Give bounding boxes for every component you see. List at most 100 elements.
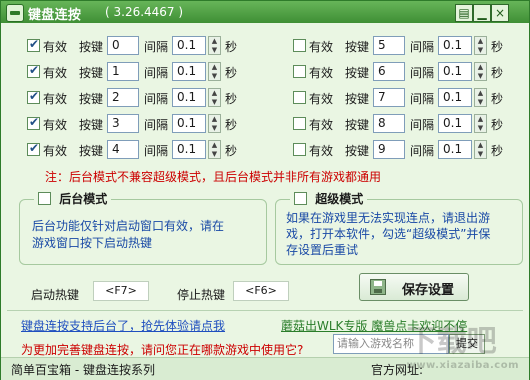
left-valid-checkbox[interactable]	[27, 115, 40, 130]
right-interval-spinner[interactable]: ▲ ▼	[474, 88, 487, 107]
right-interval-input[interactable]: 0.1	[438, 88, 472, 107]
left-valid-checkbox[interactable]	[27, 63, 40, 78]
valid-label: 有效	[43, 92, 68, 106]
status-product: 简单百宝箱 - 键盘连按系列	[11, 363, 155, 377]
spin-down-icon[interactable]: ▼	[475, 46, 486, 54]
right-interval-input[interactable]: 0.1	[438, 36, 472, 55]
spin-down-icon[interactable]: ▼	[475, 124, 486, 132]
right-valid-checkbox[interactable]	[293, 65, 306, 78]
right-valid-checkbox[interactable]	[293, 143, 306, 156]
section-divider	[7, 310, 523, 311]
right-interval-input[interactable]: 0.1	[438, 140, 472, 159]
spin-down-icon[interactable]: ▼	[209, 72, 220, 80]
right-key-input[interactable]: 5	[373, 36, 405, 55]
left-interval-input[interactable]: 0.1	[172, 114, 206, 133]
right-interval-input[interactable]: 0.1	[438, 62, 472, 81]
right-valid-checkbox[interactable]	[293, 39, 306, 52]
title-bar[interactable]: 键盘连按 ( 3.26.4467 ) ▤ ▁ ×	[1, 1, 529, 23]
super-mode-checkbox[interactable]	[294, 192, 307, 205]
left-key-input[interactable]: 3	[107, 114, 139, 133]
keyboard-app-icon	[6, 4, 24, 22]
spin-down-icon[interactable]: ▼	[475, 98, 486, 106]
spin-down-icon[interactable]: ▼	[475, 72, 486, 80]
right-key-input[interactable]: 7	[373, 88, 405, 107]
valid-label: 有效	[43, 40, 68, 54]
start-hotkey-label: 启动热键	[31, 288, 80, 302]
super-mode-desc-3: 存设置后重试	[286, 243, 359, 257]
minimize-button[interactable]: ▁	[473, 4, 491, 22]
spin-up-icon[interactable]: ▲	[475, 141, 486, 149]
left-key-input[interactable]: 2	[107, 88, 139, 107]
left-valid-checkbox[interactable]	[27, 89, 40, 104]
watermark: 下载吧 www.xiazaiba.com	[407, 316, 519, 371]
key-label: 按键	[79, 118, 104, 132]
key-label: 按键	[79, 144, 104, 158]
sec-label: 秒	[225, 66, 238, 80]
left-key-input[interactable]: 0	[107, 36, 139, 55]
mode-note: 注：后台模式不兼容超级模式，且后台模式并非所有游戏都通用	[45, 170, 382, 184]
spin-up-icon[interactable]: ▲	[475, 37, 486, 45]
right-key-input[interactable]: 9	[373, 140, 405, 159]
save-settings-label: 保存设置	[402, 283, 455, 298]
left-key-input[interactable]: 4	[107, 140, 139, 159]
close-button[interactable]: ×	[491, 4, 509, 22]
spin-up-icon[interactable]: ▲	[209, 89, 220, 97]
super-mode-desc-2: 戏，打开本软件，勾选“超级模式”并保	[286, 227, 491, 241]
spin-down-icon[interactable]: ▼	[209, 124, 220, 132]
stop-hotkey-input[interactable]: <F6>	[233, 281, 289, 301]
spin-up-icon[interactable]: ▲	[475, 115, 486, 123]
start-hotkey-input[interactable]: <F7>	[93, 281, 149, 301]
left-valid-checkbox[interactable]	[27, 141, 40, 156]
background-trial-link[interactable]: 键盘连按支持后台了，抢先体验请点我	[21, 317, 225, 334]
spin-up-icon[interactable]: ▲	[209, 63, 220, 71]
super-mode-title: 超级模式	[315, 192, 364, 206]
right-interval-spinner[interactable]: ▲ ▼	[474, 140, 487, 159]
left-interval-input[interactable]: 0.1	[172, 140, 206, 159]
key-label: 按键	[345, 118, 370, 132]
spin-up-icon[interactable]: ▲	[209, 37, 220, 45]
watermark-sub: www.xiazaiba.com	[406, 360, 519, 371]
left-interval-input[interactable]: 0.1	[172, 88, 206, 107]
spin-up-icon[interactable]: ▲	[475, 63, 486, 71]
spin-down-icon[interactable]: ▼	[209, 150, 220, 158]
spin-down-icon[interactable]: ▼	[209, 46, 220, 54]
left-valid-checkbox[interactable]	[27, 37, 40, 52]
background-mode-checkbox[interactable]	[38, 192, 51, 205]
left-interval-spinner[interactable]: ▲ ▼	[208, 88, 221, 107]
sec-label: 秒	[225, 144, 238, 158]
sec-label: 秒	[491, 92, 504, 106]
spin-up-icon[interactable]: ▲	[475, 89, 486, 97]
spin-down-icon[interactable]: ▼	[475, 150, 486, 158]
right-key-input[interactable]: 8	[373, 114, 405, 133]
spin-down-icon[interactable]: ▼	[209, 98, 220, 106]
left-interval-spinner[interactable]: ▲ ▼	[208, 36, 221, 55]
left-interval-spinner[interactable]: ▲ ▼	[208, 114, 221, 133]
right-valid-checkbox[interactable]	[293, 91, 306, 104]
left-interval-input[interactable]: 0.1	[172, 62, 206, 81]
valid-label: 有效	[309, 144, 334, 158]
right-interval-input[interactable]: 0.1	[438, 114, 472, 133]
save-settings-button[interactable]: 保存设置	[359, 273, 469, 301]
super-mode-header: 超级模式	[290, 190, 368, 207]
key-label: 按键	[79, 92, 104, 106]
left-interval-spinner[interactable]: ▲ ▼	[208, 62, 221, 81]
right-interval-spinner[interactable]: ▲ ▼	[474, 36, 487, 55]
left-interval-spinner[interactable]: ▲ ▼	[208, 140, 221, 159]
valid-label: 有效	[309, 66, 334, 80]
right-interval-spinner[interactable]: ▲ ▼	[474, 62, 487, 81]
sec-label: 秒	[491, 144, 504, 158]
left-row: 有效按键2 间隔0.1▲▼ 秒	[27, 87, 257, 109]
sec-label: 秒	[491, 40, 504, 54]
left-row: 有效按键0 间隔0.1▲▼ 秒	[27, 35, 257, 57]
right-valid-checkbox[interactable]	[293, 117, 306, 130]
left-key-input[interactable]: 1	[107, 62, 139, 81]
menu-button[interactable]: ▤	[455, 4, 473, 22]
spin-up-icon[interactable]: ▲	[209, 115, 220, 123]
left-interval-input[interactable]: 0.1	[172, 36, 206, 55]
key-label: 按键	[345, 40, 370, 54]
spin-up-icon[interactable]: ▲	[209, 141, 220, 149]
sec-label: 秒	[491, 66, 504, 80]
right-key-input[interactable]: 6	[373, 62, 405, 81]
right-interval-spinner[interactable]: ▲ ▼	[474, 114, 487, 133]
sec-label: 秒	[225, 40, 238, 54]
